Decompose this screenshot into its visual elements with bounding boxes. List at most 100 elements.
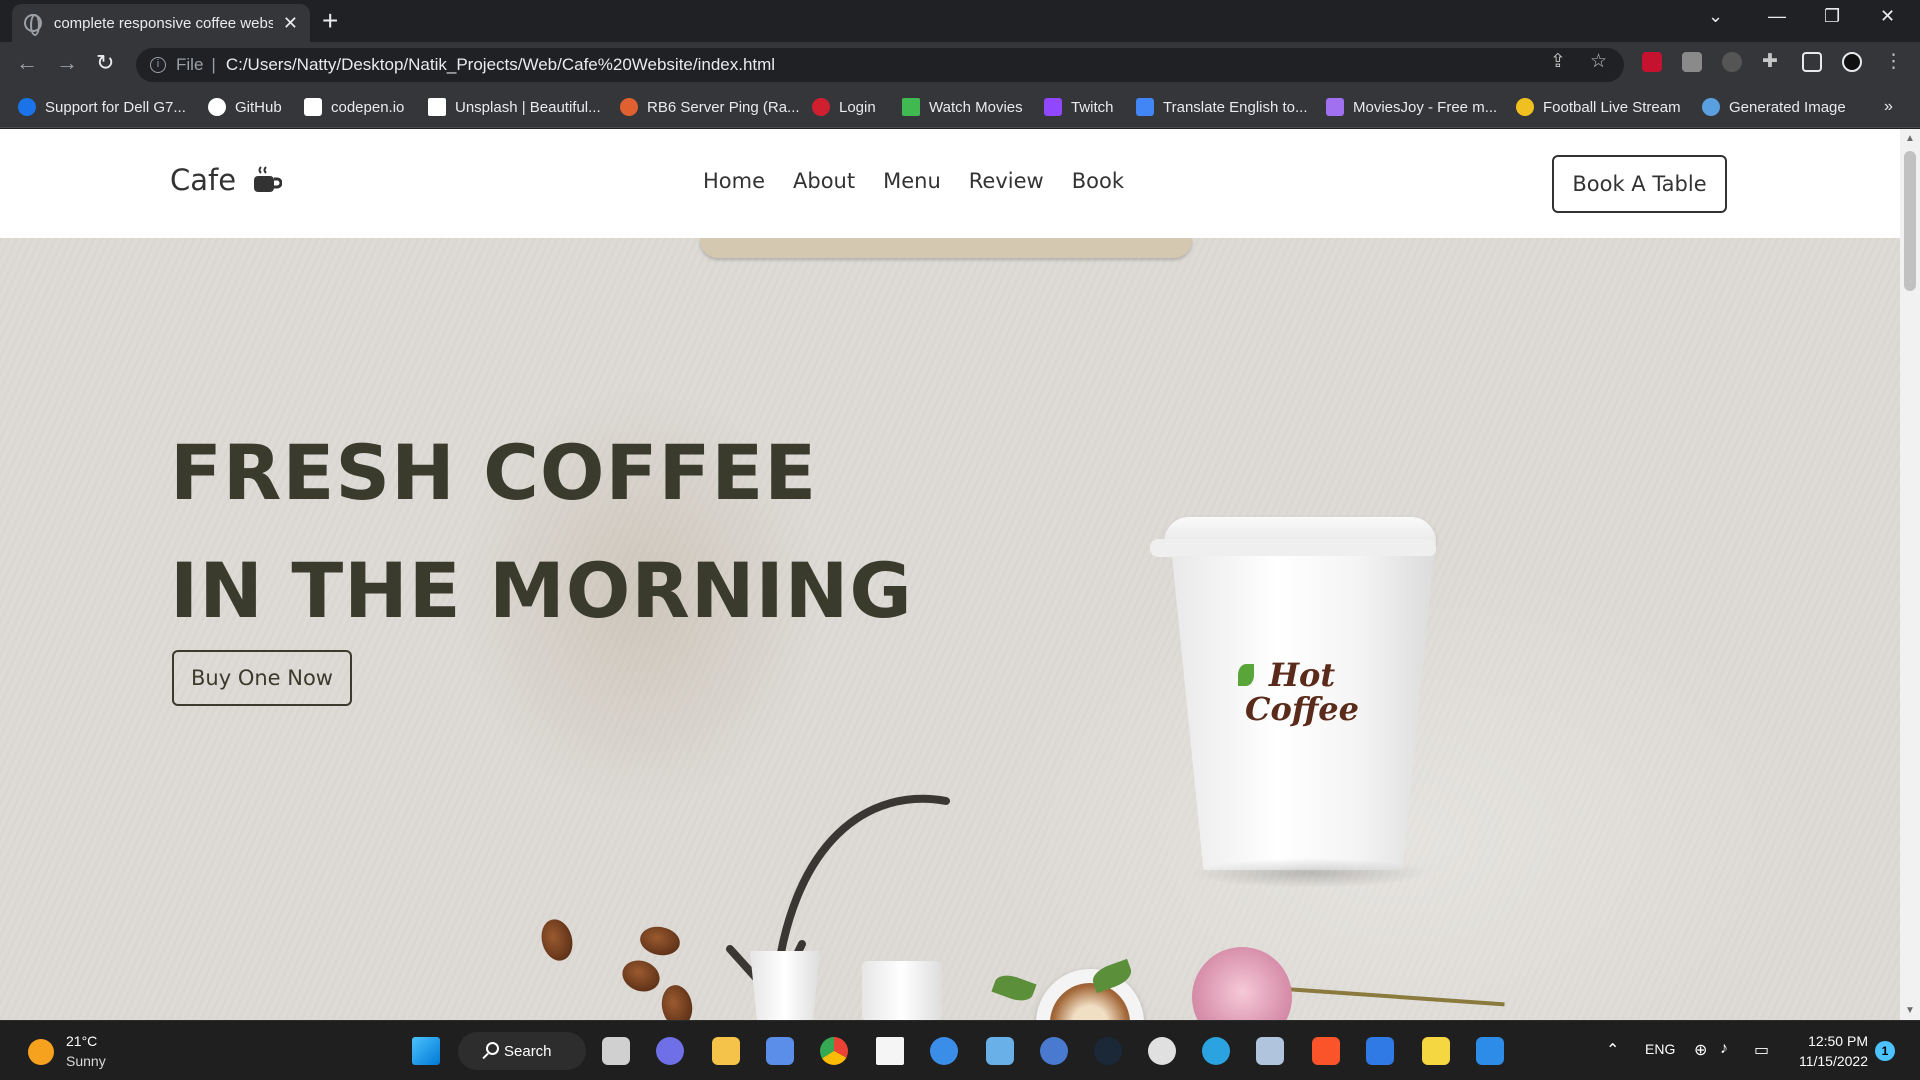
bookmark-item[interactable]: Translate English to... bbox=[1136, 98, 1308, 116]
generated-image-icon bbox=[1702, 98, 1720, 116]
book-a-table-button[interactable]: Book A Table bbox=[1552, 155, 1727, 213]
ubisoft-icon[interactable] bbox=[1148, 1037, 1176, 1065]
notepad-icon[interactable] bbox=[876, 1037, 904, 1065]
new-tab-button[interactable]: + bbox=[322, 6, 338, 36]
app-icon[interactable] bbox=[930, 1037, 958, 1065]
rb6-icon bbox=[620, 98, 638, 116]
search-icon bbox=[486, 1042, 499, 1055]
leaf-icon bbox=[1238, 664, 1254, 686]
taskbar-search[interactable]: Search bbox=[458, 1032, 586, 1070]
unsplash-icon bbox=[428, 98, 446, 116]
moviesjoy-icon bbox=[1326, 98, 1344, 116]
telegram-icon[interactable] bbox=[1202, 1037, 1230, 1065]
weather-condition[interactable]: Sunny bbox=[66, 1053, 106, 1069]
buy-one-now-button[interactable]: Buy One Now bbox=[172, 650, 352, 706]
bookmark-item[interactable]: codepen.io bbox=[304, 98, 404, 116]
ublock-icon[interactable] bbox=[1642, 52, 1662, 72]
page-scrollbar[interactable]: ▲ ▼ bbox=[1900, 129, 1920, 1020]
brave-icon[interactable] bbox=[1312, 1037, 1340, 1065]
bookmark-item[interactable]: Login bbox=[812, 98, 876, 116]
globe-icon bbox=[24, 14, 42, 36]
bookmark-star-icon[interactable]: ☆ bbox=[1590, 50, 1607, 73]
tab-search-icon[interactable]: ⌄ bbox=[1708, 6, 1723, 27]
weather-temperature[interactable]: 21°C bbox=[66, 1033, 97, 1049]
more-bookmarks-icon[interactable]: » bbox=[1884, 98, 1893, 116]
restore-icon[interactable]: ❐ bbox=[1824, 6, 1840, 27]
info-icon[interactable]: i bbox=[150, 57, 166, 73]
sun-icon[interactable] bbox=[28, 1039, 54, 1065]
nav-home[interactable]: Home bbox=[703, 169, 765, 193]
clock-date[interactable]: 11/15/2022 bbox=[1788, 1053, 1868, 1069]
bookmark-item[interactable]: MoviesJoy - Free m... bbox=[1326, 98, 1497, 116]
scroll-down-icon[interactable]: ▼ bbox=[1905, 1005, 1915, 1016]
hero-title: FRESH COFFEE IN THE MORNING bbox=[170, 428, 913, 635]
hot-coffee-logo: Hot Coffee bbox=[1238, 658, 1362, 726]
cup-shadow bbox=[1190, 858, 1430, 888]
share-icon[interactable]: ⇪ bbox=[1550, 50, 1566, 73]
bookmark-item[interactable]: RB6 Server Ping (Ra... bbox=[620, 98, 800, 116]
file-explorer-icon[interactable] bbox=[712, 1037, 740, 1065]
back-icon[interactable]: ← bbox=[16, 50, 38, 76]
nav-review[interactable]: Review bbox=[969, 169, 1044, 193]
nav-about[interactable]: About bbox=[793, 169, 855, 193]
language-indicator[interactable]: ENG bbox=[1645, 1041, 1675, 1057]
camera-extension-icon[interactable] bbox=[1682, 52, 1702, 72]
notification-badge[interactable]: 1 bbox=[1875, 1041, 1895, 1061]
reload-icon[interactable]: ↻ bbox=[96, 50, 114, 76]
address-scheme: File bbox=[176, 55, 204, 74]
chevron-up-icon[interactable]: ⌃ bbox=[1606, 1040, 1619, 1060]
mug-image bbox=[862, 961, 942, 1020]
minimize-icon[interactable]: — bbox=[1768, 6, 1786, 27]
forward-icon[interactable]: → bbox=[56, 50, 78, 76]
play-icon bbox=[902, 98, 920, 116]
side-panel-icon[interactable] bbox=[1802, 52, 1822, 72]
page-viewport: Cafe Home About Menu Review Book Book A … bbox=[0, 129, 1900, 1020]
bookmark-item[interactable]: Support for Dell G7... bbox=[18, 98, 186, 116]
task-view-icon[interactable] bbox=[602, 1037, 630, 1065]
volume-icon[interactable]: ♪ bbox=[1720, 1040, 1728, 1058]
store-icon[interactable] bbox=[766, 1037, 794, 1065]
steam-icon[interactable] bbox=[1094, 1037, 1122, 1065]
bookmark-item[interactable]: Football Live Stream bbox=[1516, 98, 1681, 116]
nav-book[interactable]: Book bbox=[1072, 169, 1124, 193]
bookmark-item[interactable]: GitHub bbox=[208, 98, 282, 116]
network-icon[interactable]: ⊕ bbox=[1694, 1040, 1707, 1060]
scroll-up-icon[interactable]: ▲ bbox=[1905, 133, 1915, 144]
bookmarks-bar: Support for Dell G7... GitHub codepen.io… bbox=[0, 88, 1920, 128]
nav-menu[interactable]: Menu bbox=[883, 169, 941, 193]
twitch-icon bbox=[1044, 98, 1062, 116]
close-window-icon[interactable]: ✕ bbox=[1880, 6, 1895, 27]
bookmark-item[interactable]: Unsplash | Beautiful... bbox=[428, 98, 601, 116]
todo-icon[interactable] bbox=[1366, 1037, 1394, 1065]
coffee-cup-icon bbox=[250, 165, 283, 195]
puzzle-icon[interactable]: ✚ bbox=[1762, 50, 1778, 73]
battery-icon[interactable]: ▭ bbox=[1754, 1040, 1769, 1060]
qbittorrent-icon[interactable] bbox=[1040, 1037, 1068, 1065]
address-bar[interactable]: i File | C:/Users/Natty/Desktop/Natik_Pr… bbox=[136, 48, 1624, 82]
bookmark-item[interactable]: Watch Movies bbox=[902, 98, 1023, 116]
bookmark-item[interactable]: Twitch bbox=[1044, 98, 1114, 116]
bookmark-item[interactable]: Generated Image bbox=[1702, 98, 1846, 116]
site-logo[interactable]: Cafe bbox=[170, 163, 283, 197]
virtualbox-icon[interactable] bbox=[1256, 1037, 1284, 1065]
site-header: Cafe Home About Menu Review Book Book A … bbox=[0, 129, 1900, 238]
tab-title: complete responsive coffee website bbox=[53, 14, 273, 32]
chrome-icon[interactable] bbox=[820, 1037, 848, 1065]
profile-avatar[interactable] bbox=[1842, 52, 1862, 72]
huawei-icon bbox=[812, 98, 830, 116]
sticky-notes-icon[interactable] bbox=[1422, 1037, 1450, 1065]
close-tab-icon[interactable]: ✕ bbox=[283, 13, 298, 34]
app-icon[interactable] bbox=[986, 1037, 1014, 1065]
burlap-decoration bbox=[700, 238, 1192, 258]
address-url[interactable]: C:/Users/Natty/Desktop/Natik_Projects/We… bbox=[226, 55, 775, 75]
browser-tab[interactable]: complete responsive coffee website ✕ bbox=[12, 4, 310, 42]
menu-kebab-icon[interactable]: ⋮ bbox=[1884, 50, 1903, 73]
scrollbar-thumb[interactable] bbox=[1904, 151, 1916, 291]
windows-start-icon[interactable] bbox=[412, 1037, 440, 1065]
windows-taskbar: 21°C Sunny Search ⌃ ENG ⊕ ♪ ▭ 12:50 PM 1… bbox=[0, 1020, 1920, 1080]
translate-icon bbox=[1136, 98, 1154, 116]
vscode-icon[interactable] bbox=[1476, 1037, 1504, 1065]
teams-icon[interactable] bbox=[656, 1037, 684, 1065]
clock-time[interactable]: 12:50 PM bbox=[1804, 1033, 1868, 1049]
extension-icon[interactable] bbox=[1722, 52, 1742, 72]
